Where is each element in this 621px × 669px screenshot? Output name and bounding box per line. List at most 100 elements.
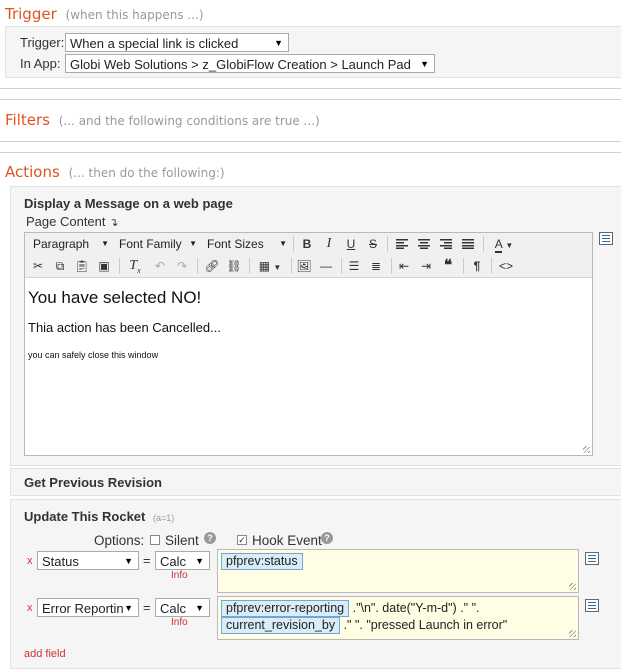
help-icon[interactable]: ? bbox=[321, 532, 333, 544]
token-pfprev-error-reporting[interactable]: pfprev:error-reporting bbox=[221, 600, 350, 617]
field-list-icon[interactable] bbox=[585, 599, 599, 612]
outdent-icon[interactable]: ⇤ bbox=[393, 256, 415, 276]
table-button[interactable]: ▦ ▼ bbox=[253, 256, 287, 276]
clear-formatting-icon[interactable]: Tx bbox=[123, 256, 147, 276]
show-blocks-icon[interactable]: ¶ bbox=[466, 256, 488, 276]
content-heading: You have selected NO! bbox=[28, 288, 202, 307]
trigger-select[interactable]: When a special link is clicked ▼ bbox=[65, 33, 289, 52]
divider bbox=[0, 141, 621, 142]
align-center-icon[interactable] bbox=[413, 234, 435, 254]
image-icon[interactable]: 🖼︎ bbox=[293, 256, 315, 276]
trigger-title: Trigger bbox=[5, 5, 57, 23]
token-current-revision-by[interactable]: current_revision_by bbox=[221, 617, 341, 634]
source-code-button[interactable]: <> bbox=[493, 256, 519, 276]
help-icon[interactable]: ? bbox=[204, 532, 216, 544]
text-color-icon: A bbox=[494, 237, 503, 253]
info-link[interactable]: Info bbox=[171, 570, 188, 581]
font-sizes-dropdown-label: Font Sizes bbox=[207, 237, 264, 251]
italic-button[interactable]: I bbox=[318, 234, 340, 254]
trigger-hint: (when this happens ...) bbox=[65, 8, 204, 22]
text-color-button[interactable]: A ▼ bbox=[486, 234, 522, 254]
numbered-list-icon[interactable]: ≣ bbox=[365, 256, 387, 276]
blockquote-icon[interactable]: ❝ bbox=[437, 256, 459, 276]
underline-button[interactable]: U bbox=[340, 234, 362, 254]
trigger-section-title: Trigger (when this happens ...) bbox=[5, 5, 204, 23]
strikethrough-button[interactable]: S bbox=[362, 234, 384, 254]
calc-text-1: ."\n". date("Y-m-d") ." ". bbox=[352, 601, 480, 615]
align-right-icon[interactable] bbox=[435, 234, 457, 254]
cut-icon[interactable]: ✂ bbox=[27, 256, 49, 276]
align-left-icon[interactable] bbox=[391, 234, 413, 254]
calc-field-status[interactable]: pfprev:status bbox=[217, 549, 579, 593]
toolbar-separator bbox=[483, 236, 484, 252]
trigger-label: Trigger: bbox=[20, 35, 65, 50]
horizontal-rule-icon[interactable]: — bbox=[315, 256, 337, 276]
undo-icon[interactable]: ↶ bbox=[149, 256, 171, 276]
silent-checkbox[interactable] bbox=[150, 535, 160, 545]
actions-section-title: Actions (... then do the following:) bbox=[5, 163, 225, 181]
editor-content[interactable]: You have selected NO! Thia action has be… bbox=[28, 283, 586, 360]
chevron-down-icon: ▼ bbox=[195, 556, 204, 566]
remove-icon[interactable]: x bbox=[27, 602, 33, 614]
font-family-dropdown[interactable]: Font Family ▼ bbox=[113, 234, 201, 254]
toolbar-separator bbox=[249, 258, 250, 274]
equals-sign: = bbox=[143, 553, 151, 568]
paragraph-dropdown-label: Paragraph bbox=[33, 237, 90, 251]
mode-select-error-reporting[interactable]: Calc ▼ bbox=[155, 598, 210, 617]
paste-text-icon[interactable]: ▣ bbox=[93, 256, 115, 276]
remove-icon[interactable]: x bbox=[27, 555, 33, 567]
align-justify-icon[interactable] bbox=[457, 234, 479, 254]
toolbar-separator bbox=[491, 258, 492, 274]
field-select-value: Status bbox=[42, 554, 79, 569]
token-pfprev-status[interactable]: pfprev:status bbox=[221, 553, 303, 570]
bold-button[interactable]: B bbox=[296, 234, 318, 254]
add-field-link[interactable]: add field bbox=[24, 648, 66, 660]
field-select-status[interactable]: Status ▼ bbox=[37, 551, 139, 570]
resize-grip-icon[interactable] bbox=[583, 446, 590, 453]
field-list-icon[interactable] bbox=[585, 552, 599, 565]
link-icon[interactable]: 🔗︎ bbox=[201, 256, 223, 276]
chevron-down-icon: ▼ bbox=[189, 239, 197, 248]
bullet-list-icon[interactable]: ☰ bbox=[343, 256, 365, 276]
info-link[interactable]: Info bbox=[171, 617, 188, 628]
redo-icon[interactable]: ↷ bbox=[171, 256, 193, 276]
mode-select-status[interactable]: Calc ▼ bbox=[155, 551, 210, 570]
content-line-2: you can safely close this window bbox=[28, 350, 159, 360]
chevron-down-icon: ▼ bbox=[279, 239, 287, 248]
silent-label: Silent bbox=[165, 533, 199, 548]
field-list-icon[interactable] bbox=[599, 232, 613, 245]
inapp-select[interactable]: Globi Web Solutions > z_GlobiFlow Creati… bbox=[65, 54, 435, 73]
hook-event-label: Hook Event bbox=[252, 533, 322, 548]
chevron-down-icon: ▼ bbox=[195, 603, 204, 613]
filters-title: Filters bbox=[5, 111, 50, 129]
paragraph-dropdown[interactable]: Paragraph ▼ bbox=[27, 234, 113, 254]
hook-event-checkbox[interactable]: ✓ bbox=[237, 535, 247, 545]
divider bbox=[0, 99, 621, 100]
update-rocket-title: Update This Rocket (a=1) bbox=[24, 509, 174, 524]
unlink-icon[interactable]: ⛓︎ bbox=[223, 256, 245, 276]
mode-select-value: Calc bbox=[160, 554, 187, 569]
editor-toolbar-row-2: ✂ ⧉ 📋︎ ▣ Tx ↶ ↷ 🔗︎ ⛓︎ ▦ ▼ 🖼︎ — ☰ ≣ ⇤ ⇥ ❝… bbox=[25, 255, 592, 278]
toolbar-separator bbox=[291, 258, 292, 274]
actions-hint: (... then do the following:) bbox=[68, 166, 225, 180]
field-select-error-reporting[interactable]: Error Reporting ▼ bbox=[37, 598, 139, 617]
copy-icon[interactable]: ⧉ bbox=[49, 256, 71, 276]
resize-grip-icon[interactable] bbox=[569, 630, 576, 637]
filters-section-title[interactable]: Filters (... and the following condition… bbox=[5, 111, 320, 129]
paste-icon[interactable]: 📋︎ bbox=[71, 256, 93, 276]
chevron-down-icon: ▼ bbox=[274, 38, 283, 48]
page-content-label: Page Content ↴ bbox=[26, 214, 118, 229]
indent-icon[interactable]: ⇥ bbox=[415, 256, 437, 276]
content-line-1: Thia action has been Cancelled... bbox=[28, 320, 221, 335]
page-content-label-text: Page Content bbox=[26, 214, 106, 229]
toolbar-separator bbox=[463, 258, 464, 274]
toolbar-separator bbox=[387, 236, 388, 252]
toolbar-separator bbox=[341, 258, 342, 274]
actions-title: Actions bbox=[5, 163, 60, 181]
editor-toolbar-row-1: Paragraph ▼ Font Family ▼ Font Sizes ▼ B… bbox=[25, 233, 592, 256]
resize-grip-icon[interactable] bbox=[569, 583, 576, 590]
trigger-select-value: When a special link is clicked bbox=[70, 36, 239, 51]
calc-field-error-reporting[interactable]: pfprev:error-reporting ."\n". date("Y-m-… bbox=[217, 596, 579, 640]
update-rocket-title-text: Update This Rocket bbox=[24, 509, 146, 524]
font-sizes-dropdown[interactable]: Font Sizes ▼ bbox=[201, 234, 291, 254]
